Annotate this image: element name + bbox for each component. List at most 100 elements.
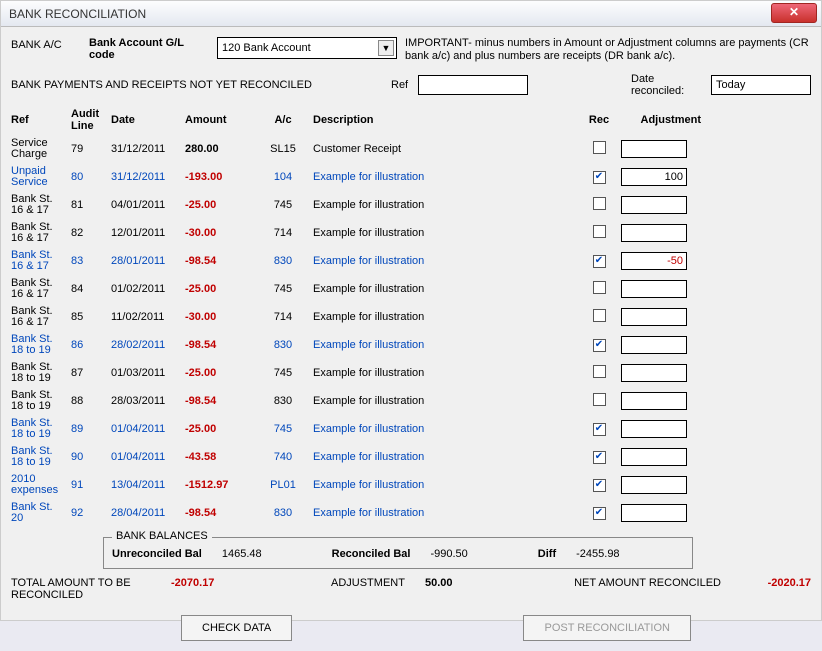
cell-description: Example for illustration [313, 311, 577, 323]
cell-ref: Bank St. 18 to 19 [11, 362, 67, 384]
adjustment-input[interactable] [621, 168, 687, 186]
table-row: Bank St. 16 & 178104/01/2011-25.00745Exa… [11, 191, 811, 219]
adjustment-input[interactable] [621, 448, 687, 466]
close-icon: ✕ [789, 5, 799, 19]
check-data-button[interactable]: CHECK DATA [181, 615, 292, 641]
rec-checkbox[interactable]: ✔ [593, 507, 606, 520]
cell-audit-line: 79 [71, 143, 107, 155]
table-row: Bank St. 18 to 198701/03/2011-25.00745Ex… [11, 359, 811, 387]
adjustment-input[interactable] [621, 364, 687, 382]
cell-amount: 280.00 [185, 143, 253, 155]
cell-rec [581, 393, 617, 409]
cell-ac: 830 [257, 255, 309, 267]
rec-checkbox[interactable]: ✔ [593, 171, 606, 184]
ref-label: Ref [391, 79, 408, 91]
cell-description: Example for illustration [313, 171, 577, 183]
transactions-grid: Ref Audit Line Date Amount A/c Descripti… [11, 105, 811, 527]
cell-adjustment [621, 420, 701, 438]
cell-adjustment [621, 308, 701, 326]
cell-date: 11/02/2011 [111, 311, 181, 323]
titlebar: BANK RECONCILIATION ✕ [1, 1, 821, 27]
cell-description: Example for illustration [313, 339, 577, 351]
cell-adjustment [621, 364, 701, 382]
cell-ref: Bank St. 18 to 19 [11, 446, 67, 468]
rec-checkbox[interactable] [593, 197, 606, 210]
cell-rec: ✔ [581, 422, 617, 436]
cell-description: Example for illustration [313, 423, 577, 435]
cell-rec: ✔ [581, 506, 617, 520]
cell-rec [581, 225, 617, 241]
adjustment-input[interactable] [621, 504, 687, 522]
cell-adjustment [621, 448, 701, 466]
cell-rec [581, 309, 617, 325]
cell-amount: -98.54 [185, 255, 253, 267]
adjustment-input[interactable] [621, 140, 687, 158]
cell-amount: -25.00 [185, 199, 253, 211]
cell-date: 31/12/2011 [111, 143, 181, 155]
rec-checkbox[interactable] [593, 281, 606, 294]
close-button[interactable]: ✕ [771, 3, 817, 23]
rec-checkbox[interactable]: ✔ [593, 339, 606, 352]
adjustment-input[interactable] [621, 252, 687, 270]
cell-adjustment [621, 196, 701, 214]
adjustment-input[interactable] [621, 420, 687, 438]
cell-ac: 104 [257, 171, 309, 183]
col-amount-header: Amount [185, 114, 253, 126]
cell-rec: ✔ [581, 170, 617, 184]
content-area: BANK A/C Bank Account G/L code 120 Bank … [1, 27, 821, 651]
cell-date: 28/04/2011 [111, 507, 181, 519]
table-row: Bank St. 16 & 178401/02/2011-25.00745Exa… [11, 275, 811, 303]
adjustment-input[interactable] [621, 392, 687, 410]
adjustment-input[interactable] [621, 308, 687, 326]
cell-description: Example for illustration [313, 479, 577, 491]
cell-audit-line: 82 [71, 227, 107, 239]
cell-audit-line: 88 [71, 395, 107, 407]
adjustment-input[interactable] [621, 196, 687, 214]
adjustment-label: ADJUSTMENT [331, 577, 405, 589]
cell-ref: Bank St. 20 [11, 502, 67, 524]
cell-amount: -43.58 [185, 451, 253, 463]
rec-checkbox[interactable] [593, 393, 606, 406]
rec-checkbox[interactable]: ✔ [593, 423, 606, 436]
rec-checkbox[interactable] [593, 141, 606, 154]
date-reconciled-label: Date reconciled: [631, 73, 701, 97]
cell-ac: 714 [257, 311, 309, 323]
cell-amount: -30.00 [185, 311, 253, 323]
cell-audit-line: 84 [71, 283, 107, 295]
rec-checkbox[interactable]: ✔ [593, 451, 606, 464]
cell-date: 01/03/2011 [111, 367, 181, 379]
date-reconciled-input[interactable] [711, 75, 811, 95]
table-row: 2010 expenses9113/04/2011-1512.97PL01Exa… [11, 471, 811, 499]
cell-ac: 745 [257, 283, 309, 295]
cell-audit-line: 86 [71, 339, 107, 351]
reconciled-bal-label: Reconciled Bal [332, 548, 411, 560]
cell-audit-line: 90 [71, 451, 107, 463]
cell-ac: 740 [257, 451, 309, 463]
gl-code-label: Bank Account G/L code [89, 37, 209, 61]
rec-checkbox[interactable] [593, 225, 606, 238]
cell-rec: ✔ [581, 254, 617, 268]
table-row: Bank St. 18 to 198828/03/2011-98.54830Ex… [11, 387, 811, 415]
unreconciled-bal-label: Unreconciled Bal [112, 548, 202, 560]
cell-adjustment [621, 504, 701, 522]
rec-checkbox[interactable] [593, 365, 606, 378]
adjustment-input[interactable] [621, 224, 687, 242]
cell-audit-line: 80 [71, 171, 107, 183]
rec-checkbox[interactable]: ✔ [593, 255, 606, 268]
ref-input[interactable] [418, 75, 528, 95]
cell-ref: Bank St. 18 to 19 [11, 418, 67, 440]
cell-adjustment [621, 252, 701, 270]
adjustment-input[interactable] [621, 336, 687, 354]
post-reconciliation-button[interactable]: POST RECONCILIATION [523, 615, 691, 641]
rec-checkbox[interactable]: ✔ [593, 479, 606, 492]
cell-audit-line: 81 [71, 199, 107, 211]
chevron-down-icon: ▼ [378, 40, 394, 56]
adjustment-input[interactable] [621, 280, 687, 298]
rec-checkbox[interactable] [593, 309, 606, 322]
account-select[interactable]: 120 Bank Account ▼ [217, 37, 397, 59]
cell-date: 01/04/2011 [111, 423, 181, 435]
cell-ref: Unpaid Service [11, 166, 67, 188]
adjustment-input[interactable] [621, 476, 687, 494]
cell-ac: 745 [257, 199, 309, 211]
cell-amount: -25.00 [185, 423, 253, 435]
